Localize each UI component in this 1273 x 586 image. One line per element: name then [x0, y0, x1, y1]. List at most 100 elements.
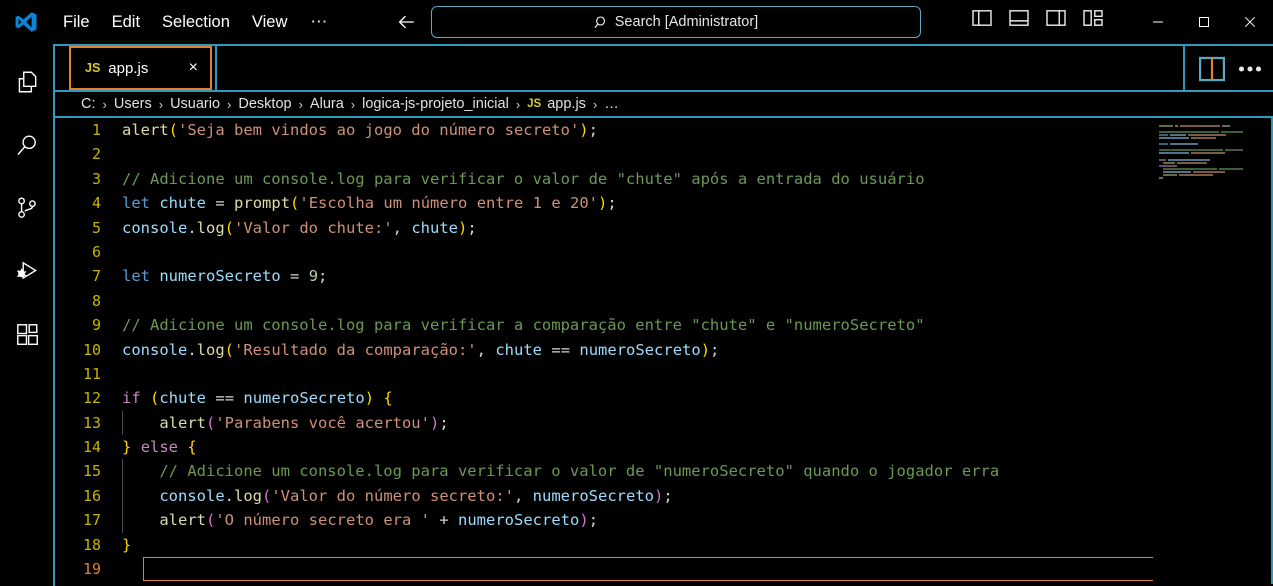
- toggle-primary-sidebar-icon[interactable]: [970, 6, 994, 30]
- code-line: 10 console.log('Resultado da comparação:…: [55, 338, 1273, 362]
- breadcrumb-item-usuario[interactable]: Usuario: [170, 96, 220, 112]
- line-number: 4: [91, 194, 101, 213]
- line-number: 3: [91, 169, 101, 188]
- search-icon: [594, 15, 609, 30]
- tab-bar-divider: [215, 46, 217, 92]
- arrow-left-icon[interactable]: [392, 8, 420, 36]
- tab-label: app.js: [108, 59, 149, 77]
- code-text: }: [122, 535, 132, 554]
- breadcrumb-item-alura[interactable]: Alura: [310, 96, 344, 112]
- line-number: 6: [91, 242, 101, 261]
- title-bar: File Edit Selection View ⋯ Search [Admin…: [0, 0, 1273, 44]
- code-line: 1 alert('Seja bem vindos ao jogo do núme…: [55, 118, 1273, 142]
- code-line: 15 // Adicione um console.log para verif…: [55, 459, 1273, 484]
- code-text: // Adicione um console.log para verifica…: [122, 169, 925, 188]
- menu-more[interactable]: ⋯: [298, 8, 340, 36]
- vscode-logo-icon: [0, 0, 52, 44]
- breadcrumb-item-project[interactable]: logica-js-projeto_inicial: [362, 96, 509, 112]
- line-number: 2: [91, 145, 101, 164]
- breadcrumb-separator: ›: [350, 96, 356, 112]
- line-number: 17: [82, 511, 101, 530]
- code-line: 14 } else {: [55, 435, 1273, 459]
- vscode-window: File Edit Selection View ⋯ Search [Admin…: [0, 0, 1273, 586]
- code-line: 18 }: [55, 533, 1273, 557]
- current-line-highlight: [143, 557, 1273, 582]
- code-text: console.log('Valor do chute:', chute);: [122, 218, 477, 237]
- tab-app-js[interactable]: JS app.js ×: [69, 46, 212, 90]
- code-editor[interactable]: 1 alert('Seja bem vindos ao jogo do núme…: [55, 118, 1273, 584]
- line-number: 18: [82, 535, 101, 554]
- menu-file[interactable]: File: [52, 8, 101, 36]
- breadcrumb-item-desktop[interactable]: Desktop: [238, 96, 291, 112]
- line-number: 1: [91, 121, 101, 139]
- window-controls: [1135, 0, 1273, 44]
- toggle-secondary-sidebar-icon[interactable]: [1044, 6, 1068, 30]
- tab-bar: JS app.js ×: [55, 46, 1273, 92]
- breadcrumb: C: › Users › Usuario › Desktop › Alura ›…: [55, 92, 1273, 118]
- line-number: 11: [82, 364, 101, 383]
- sidebar-item-search[interactable]: [3, 121, 51, 169]
- layout-controls: [970, 6, 1105, 30]
- maximize-icon[interactable]: [1181, 0, 1227, 44]
- menu-view[interactable]: View: [241, 8, 298, 36]
- code-line: 13 alert('Parabens você acertou');: [55, 410, 1273, 436]
- code-line: 7 let numeroSecreto = 9;: [55, 264, 1273, 288]
- breadcrumb-item-drive[interactable]: C:: [81, 96, 96, 112]
- code-text: console.log('Valor do número secreto:', …: [122, 483, 1273, 509]
- line-number: 9: [91, 316, 101, 335]
- code-lines: 1 alert('Seja bem vindos ao jogo do núme…: [55, 118, 1273, 582]
- line-number: 5: [91, 218, 101, 237]
- code-line: 11: [55, 362, 1273, 386]
- minimize-icon[interactable]: [1135, 0, 1181, 44]
- line-number: 15: [82, 462, 101, 481]
- code-text: alert('Parabens você acertou');: [122, 410, 1273, 436]
- menu-edit[interactable]: Edit: [101, 8, 151, 36]
- line-number: 8: [91, 291, 101, 310]
- editor-group: JS app.js × C: › Users › Usuario › Deskt…: [53, 44, 1273, 586]
- breadcrumb-separator: ›: [298, 96, 303, 112]
- sidebar-item-extensions[interactable]: [3, 310, 51, 358]
- breadcrumb-item-users[interactable]: Users: [114, 96, 152, 112]
- sidebar-item-run-and-debug[interactable]: [3, 247, 51, 295]
- breadcrumb-item-file[interactable]: app.js: [547, 96, 586, 112]
- code-text: let chute = prompt('Escolha um número en…: [122, 194, 617, 213]
- activity-bar: [0, 44, 53, 586]
- line-number: 12: [82, 389, 101, 408]
- code-line: 2: [55, 142, 1273, 166]
- js-file-icon: JS: [527, 98, 542, 110]
- code-line: 4 let chute = prompt('Escolha um número …: [55, 191, 1273, 215]
- breadcrumb-separator: ›: [102, 96, 107, 112]
- split-editor-icon[interactable]: [1195, 52, 1229, 86]
- breadcrumb-item-symbol[interactable]: …: [604, 96, 619, 112]
- code-line: 16 console.log('Valor do número secreto:…: [55, 483, 1273, 509]
- customize-layout-icon[interactable]: [1081, 6, 1105, 30]
- code-line: 12 if (chute == numeroSecreto) {: [55, 386, 1273, 410]
- line-number: 14: [82, 438, 101, 457]
- more-actions-icon[interactable]: [1233, 52, 1267, 86]
- code-line: 8: [55, 289, 1273, 313]
- sidebar-item-source-control[interactable]: [3, 184, 51, 232]
- minimap[interactable]: [1153, 118, 1273, 584]
- js-file-icon: JS: [85, 61, 101, 75]
- breadcrumb-separator: ›: [592, 96, 598, 112]
- search-input[interactable]: Search [Administrator]: [431, 6, 921, 38]
- code-text: // Adicione um console.log para verifica…: [122, 459, 1273, 484]
- code-line: 3 // Adicione um console.log para verifi…: [55, 167, 1273, 191]
- close-icon[interactable]: [1227, 0, 1273, 44]
- code-line: 6: [55, 240, 1273, 264]
- editor-actions: [1183, 46, 1267, 92]
- editor-actions-divider: [1183, 46, 1185, 92]
- code-line: 17 alert('O número secreto era ' + numer…: [55, 508, 1273, 533]
- line-number-active: 19: [82, 560, 101, 579]
- breadcrumb-separator: ›: [515, 96, 521, 112]
- close-icon[interactable]: ×: [187, 60, 200, 76]
- menu-bar: File Edit Selection View ⋯: [52, 8, 340, 36]
- minimap-content: [1153, 118, 1273, 180]
- sidebar-item-explorer[interactable]: [3, 58, 51, 106]
- menu-selection[interactable]: Selection: [151, 8, 241, 36]
- line-number: 7: [91, 267, 101, 286]
- code-text: } else {: [122, 438, 197, 457]
- breadcrumb-separator: ›: [158, 96, 164, 112]
- toggle-panel-icon[interactable]: [1007, 6, 1031, 30]
- code-text: alert('Seja bem vindos ao jogo do número…: [122, 121, 598, 139]
